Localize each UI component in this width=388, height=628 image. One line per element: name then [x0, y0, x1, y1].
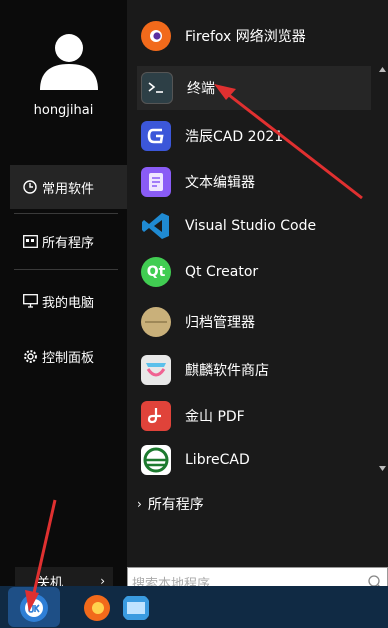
- app-item-vscode[interactable]: Visual Studio Code: [137, 204, 371, 248]
- nav-label: 我的电脑: [42, 295, 95, 311]
- app-item-librecad[interactable]: LibreCAD: [137, 438, 371, 482]
- chevron-right-icon: ›: [137, 497, 142, 511]
- nav-label: 所有程序: [42, 235, 95, 251]
- app-item-terminal[interactable]: 终端: [137, 66, 371, 110]
- nav-item-control-panel[interactable]: 控制面板: [10, 334, 127, 378]
- app-item-kylin-store[interactable]: 麒麟软件商店: [137, 348, 371, 392]
- nav-item-common-apps[interactable]: 常用软件: [10, 165, 127, 209]
- file-manager-taskbar-icon[interactable]: [121, 593, 151, 623]
- pdf-icon: [141, 401, 171, 431]
- user-avatar-icon[interactable]: [36, 28, 102, 90]
- app-item-wps-pdf[interactable]: 金山 PDF: [137, 394, 371, 438]
- app-list: Firefox 网络浏览器 终端 浩辰CAD 2021 文本编辑器 Visual…: [127, 0, 388, 490]
- vscode-icon: [141, 211, 171, 241]
- app-item-firefox[interactable]: Firefox 网络浏览器: [137, 14, 371, 58]
- divider: [14, 269, 118, 270]
- archive-icon: [141, 307, 171, 337]
- all-programs-label: 所有程序: [147, 497, 204, 513]
- cad-icon: [141, 121, 171, 151]
- qt-icon: Qt: [141, 257, 171, 287]
- app-list-scrollbar[interactable]: [377, 60, 388, 480]
- kylin-start-icon: [20, 594, 48, 622]
- app-item-text-editor[interactable]: 文本编辑器: [137, 160, 371, 204]
- grid-icon: [22, 233, 38, 249]
- nav-item-my-computer[interactable]: 我的电脑: [10, 279, 127, 323]
- app-label: 金山 PDF: [185, 409, 245, 425]
- username: hongjihai: [33, 103, 94, 118]
- app-label: 浩辰CAD 2021: [185, 129, 284, 145]
- firefox-taskbar-icon[interactable]: [82, 593, 112, 623]
- text-editor-icon: [141, 167, 171, 197]
- app-label: Qt Creator: [185, 264, 259, 280]
- librecad-icon: [141, 445, 171, 475]
- app-item-qt-creator[interactable]: Qt Qt Creator: [137, 250, 371, 294]
- app-label: 文本编辑器: [185, 175, 255, 191]
- app-label: LibreCAD: [185, 452, 250, 468]
- app-label: 归档管理器: [185, 315, 255, 331]
- nav-item-all-programs[interactable]: 所有程序: [10, 219, 127, 263]
- firefox-icon: [141, 21, 171, 51]
- app-label: 终端: [187, 81, 215, 97]
- app-label: 麒麟软件商店: [185, 363, 269, 379]
- nav-label: 控制面板: [42, 350, 95, 366]
- nav-label: 常用软件: [42, 181, 95, 197]
- all-programs-link[interactable]: › 所有程序: [137, 494, 204, 514]
- gear-icon: [22, 348, 38, 364]
- app-label: Visual Studio Code: [185, 218, 317, 234]
- app-item-archive-manager[interactable]: 归档管理器: [137, 300, 371, 344]
- divider: [14, 213, 118, 214]
- clock-icon: [22, 179, 38, 195]
- sidebar: hongjihai 常用软件 所有程序 我的电脑 控制面板: [0, 0, 127, 586]
- app-label: Firefox 网络浏览器: [185, 29, 306, 45]
- terminal-icon: [141, 72, 173, 104]
- store-icon: [141, 355, 171, 385]
- monitor-icon: [22, 293, 38, 309]
- app-item-haochen-cad[interactable]: 浩辰CAD 2021: [137, 114, 371, 158]
